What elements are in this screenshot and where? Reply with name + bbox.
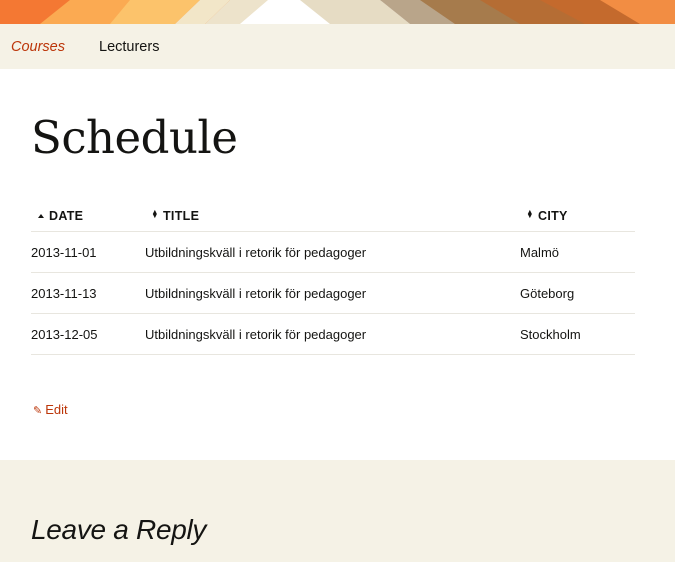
column-header-date[interactable]: DATE: [31, 200, 145, 232]
cell-date: 2013-11-01: [31, 231, 145, 273]
table-row: 2013-11-13 Utbildningskväll i retorik fö…: [31, 272, 635, 314]
column-label-date: DATE: [49, 208, 84, 223]
cell-city: Malmö: [520, 231, 635, 273]
header-banner: [0, 0, 675, 24]
nav-item-lecturers[interactable]: Lecturers: [99, 38, 159, 56]
edit-label: Edit: [45, 402, 68, 417]
column-label-title: TITLE: [163, 208, 200, 223]
cell-title: Utbildningskväll i retorik för pedagoger: [145, 231, 520, 273]
reply-title: Leave a Reply: [31, 514, 207, 545]
column-label-city: CITY: [538, 208, 568, 223]
sort-both-icon: ▲ ▼: [526, 208, 534, 220]
table-header-row: DATE ▲ ▼ TITLE ▲ ▼ CITY: [31, 200, 635, 232]
column-header-title[interactable]: ▲ ▼ TITLE: [145, 200, 520, 232]
cell-city: Göteborg: [520, 272, 635, 314]
reply-section: Leave a Reply: [0, 460, 675, 562]
column-header-city[interactable]: ▲ ▼ CITY: [520, 200, 635, 232]
sort-both-icon: ▲ ▼: [151, 208, 159, 220]
cell-city: Stockholm: [520, 313, 635, 355]
cell-date: 2013-12-05: [31, 313, 145, 355]
sort-up-icon: [38, 213, 44, 218]
cell-title: Utbildningskväll i retorik för pedagoger: [145, 272, 520, 314]
schedule-table: DATE ▲ ▼ TITLE ▲ ▼ CITY 2013-11-01 Utbildnin…: [31, 200, 635, 355]
pencil-icon: ✎: [33, 405, 43, 417]
cell-date: 2013-11-13: [31, 272, 145, 314]
edit-link[interactable]: ✎ Edit: [33, 402, 68, 417]
page-title: Schedule: [31, 111, 238, 164]
table-row: 2013-12-05 Utbildningskväll i retorik fö…: [31, 313, 635, 355]
table-row: 2013-11-01 Utbildningskväll i retorik fö…: [31, 231, 635, 273]
main-navigation: Courses Lecturers: [0, 24, 675, 69]
nav-item-courses[interactable]: Courses: [11, 38, 65, 56]
cell-title: Utbildningskväll i retorik för pedagoger: [145, 313, 520, 355]
